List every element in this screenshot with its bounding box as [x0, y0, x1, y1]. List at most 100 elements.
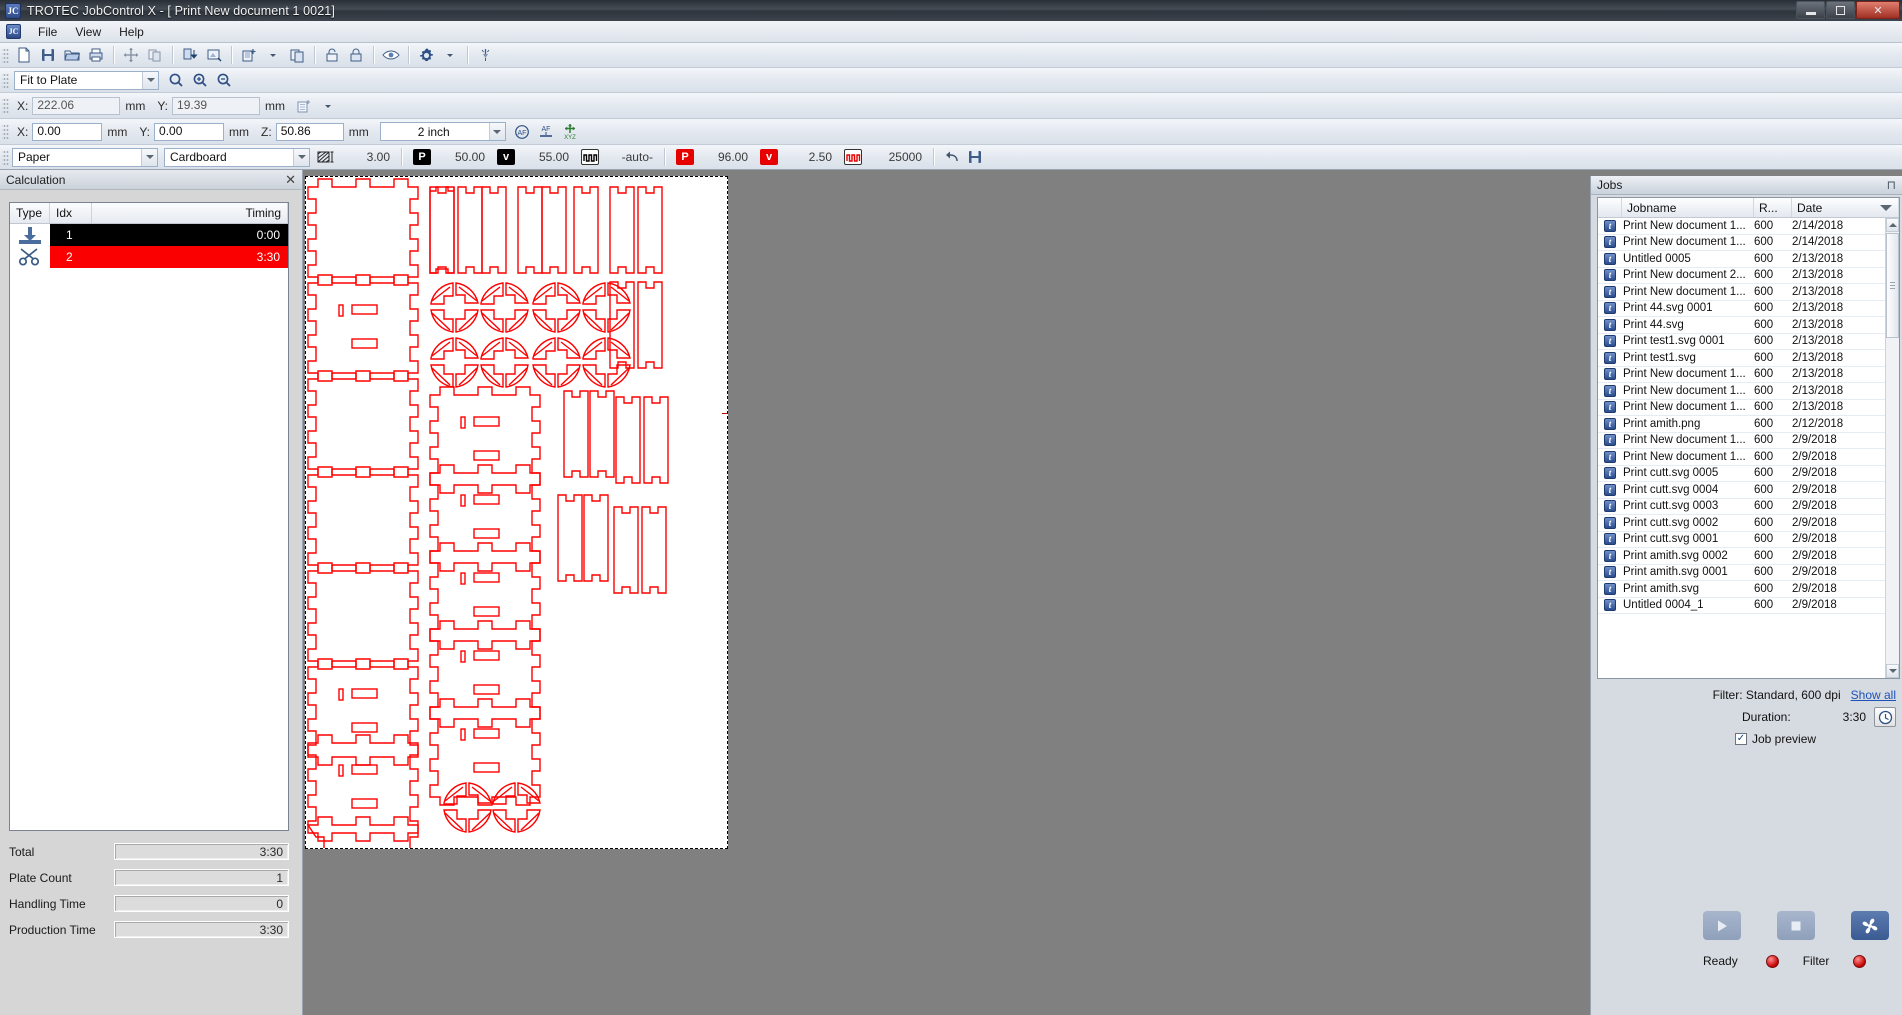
pos-x-input[interactable]: 0.00 [32, 122, 103, 141]
table-row[interactable]: t Print test1.svg 600 2/13/2018 [1598, 350, 1885, 367]
print-icon[interactable] [85, 45, 107, 66]
table-row[interactable]: t Print cutt.svg 0002 600 2/9/2018 [1598, 515, 1885, 532]
job-preview-checkbox[interactable]: ✓ [1735, 733, 1747, 745]
pos-z-input[interactable]: 50.86 [275, 122, 344, 141]
table-row[interactable]: t Print New document 1... 600 2/14/2018 [1598, 235, 1885, 251]
close-icon[interactable]: ✕ [285, 173, 296, 186]
maximize-button[interactable] [1826, 1, 1855, 19]
column-header-jobname[interactable]: Jobname [1622, 198, 1754, 217]
undo-icon[interactable] [940, 147, 962, 168]
pin-icon[interactable]: ⊓ [1887, 178, 1896, 192]
engrave-frequency-value: -auto- [621, 150, 653, 164]
calculation-row[interactable]: 2 3:30 [10, 246, 288, 268]
toolbar-grip[interactable] [2, 97, 9, 114]
table-row[interactable]: t Print 44.svg 0001 600 2/13/2018 [1598, 301, 1885, 317]
table-row[interactable]: t Print New document 1... 600 2/9/2018 [1598, 433, 1885, 449]
zoom-out-icon[interactable] [213, 70, 235, 91]
job-file-icon: t [1598, 219, 1622, 232]
trotec-job-icon: t [1604, 236, 1616, 249]
open-folder-icon[interactable] [61, 45, 83, 66]
autofocus-icon[interactable]: AF [511, 121, 533, 142]
copy-plate-icon[interactable] [286, 45, 308, 66]
plate-properties-icon[interactable] [203, 45, 225, 66]
table-row[interactable]: t Print New document 1... 600 2/13/2018 [1598, 284, 1885, 301]
table-row[interactable]: t Print amith.svg 600 2/9/2018 [1598, 581, 1885, 598]
duplicate-icon[interactable] [144, 45, 166, 66]
jobs-scrollbar[interactable] [1885, 218, 1899, 678]
material-group-select[interactable]: Paper [12, 147, 158, 167]
table-row[interactable]: t Print cutt.svg 0004 600 2/9/2018 [1598, 482, 1885, 499]
table-row[interactable]: t Print test1.svg 0001 600 2/13/2018 [1598, 334, 1885, 350]
menu-view[interactable]: View [66, 23, 110, 41]
scroll-thumb[interactable] [1886, 233, 1899, 338]
move-xyz-icon[interactable]: XYZ [559, 121, 581, 142]
pos-y-input[interactable]: 0.00 [154, 122, 225, 141]
new-plate-icon[interactable] [293, 95, 315, 116]
gear-dropdown-icon[interactable] [439, 45, 461, 66]
app-menu-icon[interactable]: JC [6, 24, 21, 39]
zoom-select-icon[interactable] [165, 70, 187, 91]
table-row[interactable]: t Print New document 1... 600 2/14/2018 [1598, 218, 1885, 235]
table-row[interactable]: t Print New document 1... 600 2/13/2018 [1598, 383, 1885, 400]
calculation-list[interactable]: Type Idx Timing 1 0:00 2 3:30 [9, 202, 289, 831]
preview-eye-icon[interactable] [380, 45, 402, 66]
stop-button[interactable] [1777, 911, 1815, 940]
material-type-select[interactable]: Cardboard [164, 147, 310, 167]
plate-menu-dropdown-icon[interactable] [317, 95, 339, 116]
table-row[interactable]: t Print amith.svg 0001 600 2/9/2018 [1598, 565, 1885, 581]
toolbar-grip[interactable] [2, 123, 9, 140]
toolbar-grip[interactable] [2, 46, 9, 64]
lens-select[interactable]: 2 inch [379, 122, 506, 141]
job-preview-row[interactable]: ✓ Job preview [1735, 728, 1896, 750]
move-icon[interactable] [120, 45, 142, 66]
table-row[interactable]: t Print New document 2... 600 2/13/2018 [1598, 268, 1885, 284]
column-header-resolution[interactable]: R... [1754, 198, 1792, 217]
zoom-mode-select[interactable]: Fit to Plate [14, 70, 159, 90]
table-row[interactable]: t Print cutt.svg 0001 600 2/9/2018 [1598, 532, 1885, 548]
clock-icon[interactable] [1874, 707, 1896, 727]
scroll-down-button[interactable] [1886, 664, 1899, 678]
table-row[interactable]: t Untitled 0004_1 600 2/9/2018 [1598, 598, 1885, 614]
material-toolbar: Paper Cardboard 3.00 P 50.00 v 55.00 -au… [0, 145, 1902, 170]
toolbar-grip[interactable] [2, 71, 9, 89]
close-button[interactable]: ✕ [1856, 1, 1900, 19]
laser-cut-preview[interactable] [305, 176, 728, 849]
exhaust-button[interactable] [1851, 911, 1889, 940]
column-header-timing[interactable]: Timing [92, 203, 288, 223]
toolbar-grip[interactable] [2, 148, 9, 166]
unlock-icon[interactable] [321, 45, 343, 66]
minimize-button[interactable] [1796, 1, 1825, 19]
table-row[interactable]: t Print cutt.svg 0003 600 2/9/2018 [1598, 499, 1885, 515]
save-material-icon[interactable] [964, 147, 986, 168]
play-button[interactable] [1703, 911, 1741, 940]
menu-file[interactable]: File [29, 23, 66, 41]
autofocus-plate-icon[interactable]: AF [535, 121, 557, 142]
table-row[interactable]: t Print cutt.svg 0005 600 2/9/2018 [1598, 466, 1885, 482]
show-all-link[interactable]: Show all [1851, 688, 1896, 702]
calculation-row[interactable]: 1 0:00 [10, 224, 288, 246]
zoom-in-icon[interactable] [189, 70, 211, 91]
save-icon[interactable] [37, 45, 59, 66]
add-plate-icon[interactable] [238, 45, 260, 66]
jobs-table[interactable]: Jobname R... Date t Print New document 1.… [1597, 197, 1900, 679]
table-row[interactable]: t Print New document 1... 600 2/13/2018 [1598, 367, 1885, 383]
table-row[interactable]: t Print New document 1... 600 2/13/2018 [1598, 400, 1885, 416]
column-header-date[interactable]: Date [1792, 198, 1899, 217]
settings-gear-icon[interactable] [415, 45, 437, 66]
lock-icon[interactable] [345, 45, 367, 66]
table-row[interactable]: t Print amith.svg 0002 600 2/9/2018 [1598, 548, 1885, 565]
new-document-icon[interactable] [13, 45, 35, 66]
column-header-idx[interactable]: Idx [50, 203, 92, 223]
jobs-table-body[interactable]: t Print New document 1... 600 2/14/2018 t Pri… [1598, 218, 1885, 678]
trotec-job-icon: t [1604, 434, 1616, 447]
column-header-type[interactable]: Type [10, 203, 50, 223]
table-row[interactable]: t Print 44.svg 600 2/13/2018 [1598, 317, 1885, 334]
table-row[interactable]: t Untitled 0005 600 2/13/2018 [1598, 251, 1885, 268]
table-row[interactable]: t Print New document 1... 600 2/9/2018 [1598, 449, 1885, 466]
sort-down-icon[interactable] [179, 45, 201, 66]
plate-dropdown-icon[interactable] [262, 45, 284, 66]
menu-help[interactable]: Help [110, 23, 153, 41]
table-row[interactable]: t Print amith.png 600 2/12/2018 [1598, 416, 1885, 433]
laser-connect-icon[interactable] [474, 45, 496, 66]
scroll-up-button[interactable] [1886, 218, 1899, 232]
